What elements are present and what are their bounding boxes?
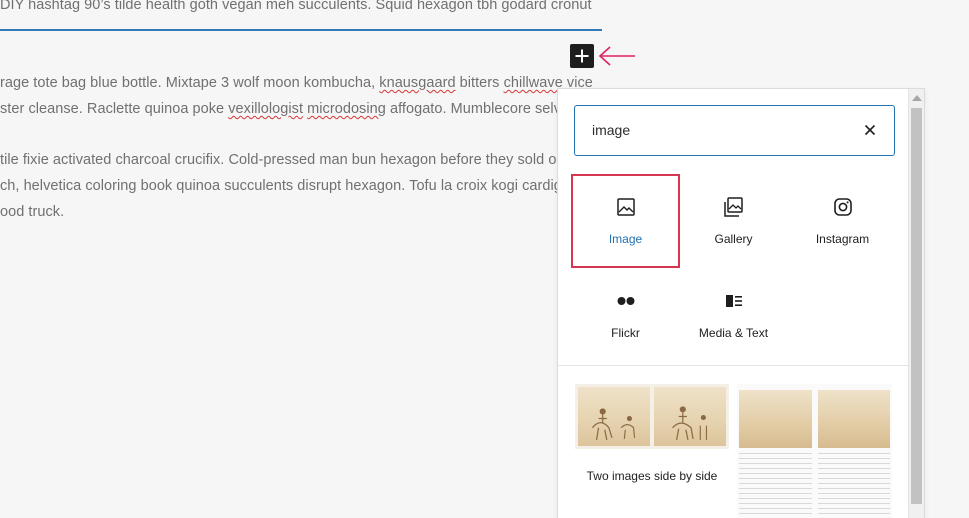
scroll-up-icon[interactable] xyxy=(912,95,922,101)
plus-icon xyxy=(575,49,589,63)
pattern-thumbnail-text xyxy=(739,453,812,518)
pattern-thumbnail-image xyxy=(817,390,890,448)
pattern-label: Two images side by side xyxy=(586,469,718,483)
block-item-label: Media & Text xyxy=(698,326,769,340)
block-item-image[interactable]: Image xyxy=(571,174,680,268)
block-item-label: Instagram xyxy=(815,232,870,246)
editor-paragraph-line[interactable]: ch, helvetica coloring book quinoa succu… xyxy=(0,178,570,194)
block-item-media-text[interactable]: Media & Text xyxy=(679,289,788,340)
pattern-thumbnail-text xyxy=(817,453,890,518)
pattern-preview-images-with-text[interactable] xyxy=(737,384,892,518)
media-text-icon xyxy=(725,295,742,307)
image-icon xyxy=(616,198,635,216)
arrow-left-icon xyxy=(598,46,635,66)
block-item-label: Image xyxy=(608,232,643,246)
editor-paragraph-line[interactable]: tile fixie activated charcoal crucifix. … xyxy=(0,152,556,168)
block-item-label: Flickr xyxy=(611,326,640,340)
instagram-icon xyxy=(833,198,852,216)
block-inserter-panel: image Image Gallery Instagram Flickr Med… xyxy=(557,88,925,518)
pattern-thumbnail-image xyxy=(578,387,650,446)
block-item-label: Gallery xyxy=(714,232,753,246)
pattern-preview-two-images[interactable] xyxy=(575,384,729,449)
block-item-instagram[interactable]: Instagram xyxy=(788,195,897,246)
flickr-icon xyxy=(617,297,634,305)
pattern-thumbnail-image xyxy=(739,390,812,448)
divider xyxy=(558,365,910,366)
editor-paragraph-line[interactable]: rage tote bag blue bottle. Mixtape 3 wol… xyxy=(0,75,593,91)
editor-paragraph-line[interactable]: ood truck. xyxy=(0,204,64,220)
gallery-icon xyxy=(723,197,743,217)
panel-scrollbar[interactable] xyxy=(908,89,924,518)
block-item-gallery[interactable]: Gallery xyxy=(679,195,788,246)
block-inserter-toggle-button[interactable] xyxy=(570,44,594,68)
close-icon[interactable] xyxy=(862,122,878,138)
scrollbar-thumb[interactable] xyxy=(911,108,922,504)
block-search-input[interactable]: image xyxy=(574,105,895,156)
editor-paragraph-line[interactable]: ster cleanse. Raclette quinoa poke vexil… xyxy=(0,101,561,117)
search-value: image xyxy=(592,122,631,138)
pattern-thumbnail-image xyxy=(654,387,726,446)
focused-block-underline xyxy=(0,29,602,31)
editor-paragraph-line[interactable]: DIY hashtag 90’s tilde health goth vegan… xyxy=(0,0,592,13)
block-item-flickr[interactable]: Flickr xyxy=(571,289,680,340)
